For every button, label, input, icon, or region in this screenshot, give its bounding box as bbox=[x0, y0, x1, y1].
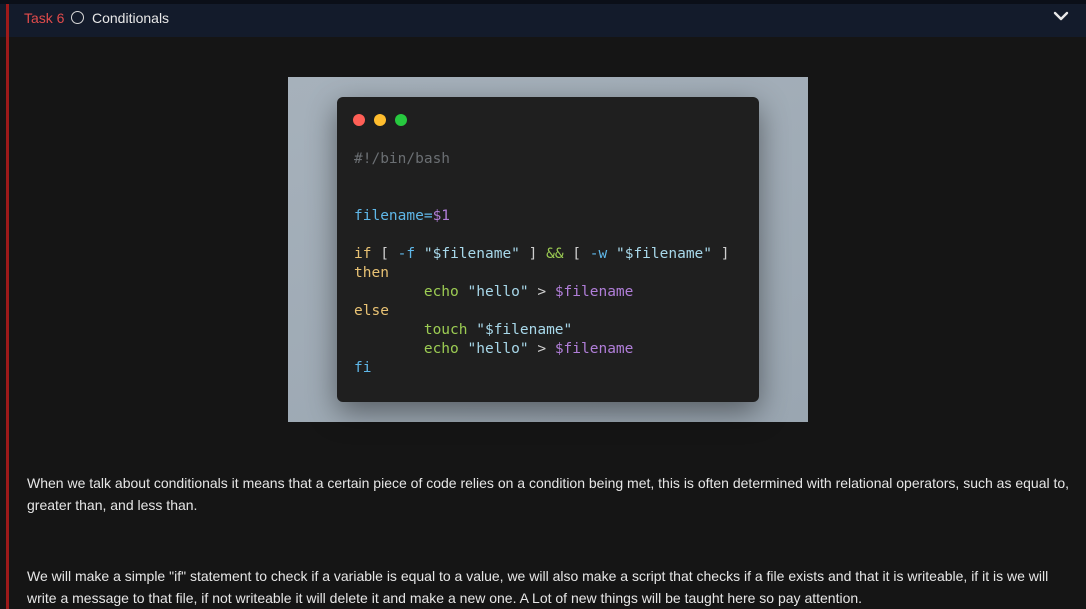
code-block: #!/bin/bash filename=$1 if [ -f "$filena… bbox=[354, 150, 729, 378]
paragraph-conditionals-intro: When we talk about conditionals it means… bbox=[27, 475, 1070, 513]
code-line-9: else bbox=[354, 303, 389, 319]
paragraph-if-statement: We will make a simple "if" statement to … bbox=[27, 568, 1049, 606]
window-close-dot-icon bbox=[353, 114, 365, 126]
code-window: #!/bin/bash filename=$1 if [ -f "$filena… bbox=[337, 97, 759, 402]
accent-bar bbox=[6, 37, 9, 609]
code-screenshot-image: #!/bin/bash filename=$1 if [ -f "$filena… bbox=[288, 77, 808, 422]
code-line-12: fi bbox=[354, 360, 372, 376]
window-minimize-dot-icon bbox=[374, 114, 386, 126]
code-line-4: filename=$1 bbox=[354, 208, 451, 224]
accent-bar-top bbox=[6, 4, 9, 37]
circle-outline-icon bbox=[71, 11, 84, 24]
task-title: Conditionals bbox=[92, 10, 170, 26]
code-line-8: echo "hello" > $filename bbox=[423, 284, 634, 300]
code-line-7: then bbox=[354, 265, 389, 281]
task-number-label: Task 6 bbox=[24, 10, 65, 26]
code-line-10: touch "$filename" bbox=[423, 322, 573, 338]
code-line-1: #!/bin/bash bbox=[354, 151, 451, 167]
window-maximize-dot-icon bbox=[395, 114, 407, 126]
task-header[interactable]: Task 6 Conditionals bbox=[0, 0, 1086, 37]
chevron-down-icon[interactable] bbox=[1052, 7, 1070, 25]
code-line-6: if [ -f "$filename" ] && [ -w "$filename… bbox=[354, 246, 730, 262]
code-line-11: echo "hello" > $filename bbox=[423, 341, 634, 357]
